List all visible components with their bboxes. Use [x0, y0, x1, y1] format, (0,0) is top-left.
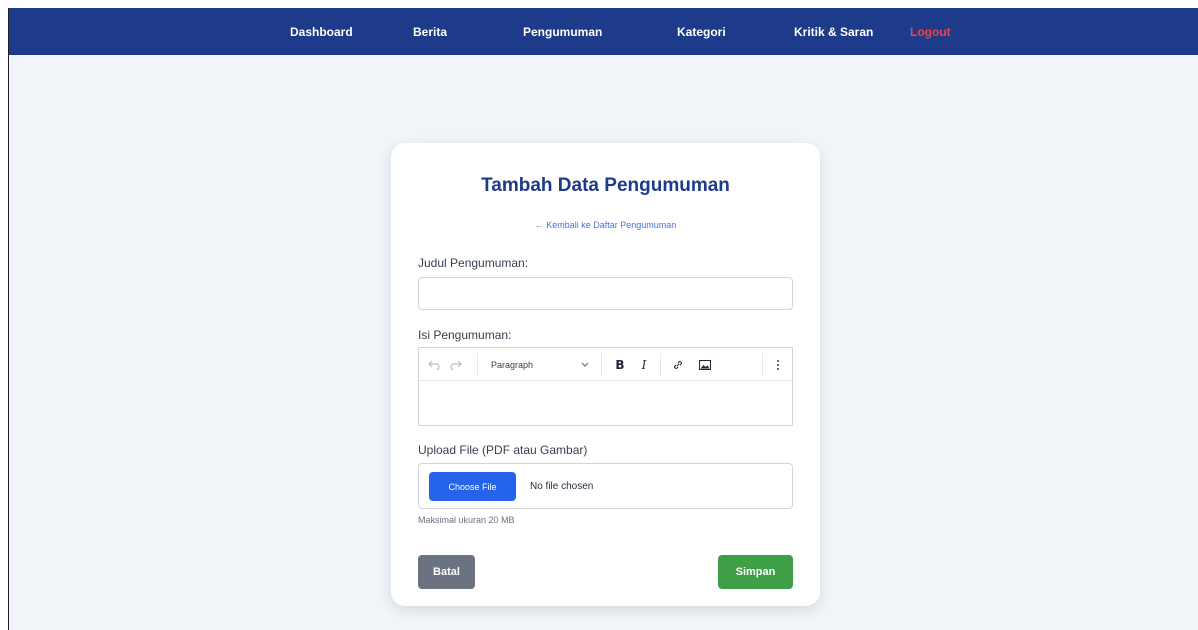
nav-logout[interactable]: Logout	[910, 25, 951, 39]
file-status-text: No file chosen	[530, 481, 594, 492]
toolbar-divider	[762, 353, 763, 376]
nav-kritik-saran[interactable]: Kritik & Saran	[794, 25, 873, 39]
image-icon[interactable]	[693, 348, 717, 381]
bold-button[interactable]: B	[609, 348, 631, 381]
page-title: Tambah Data Pengumuman	[481, 175, 730, 196]
redo-icon[interactable]	[445, 348, 467, 381]
judul-label: Judul Pengumuman:	[418, 256, 529, 270]
cancel-button[interactable]: Batal	[418, 555, 475, 589]
chevron-down-icon	[581, 362, 589, 367]
undo-icon[interactable]	[423, 348, 445, 381]
rich-text-editor: Paragraph B I	[418, 347, 793, 426]
editor-content-area[interactable]	[419, 382, 792, 426]
isi-label: Isi Pengumuman:	[418, 328, 512, 342]
top-navbar: Dashboard Berita Pengumuman Kategori Kri…	[9, 8, 1198, 55]
choose-file-button[interactable]: Choose File	[429, 472, 516, 501]
more-vertical-icon[interactable]	[766, 348, 790, 381]
paragraph-select[interactable]: Paragraph	[483, 348, 597, 381]
app-frame: Dashboard Berita Pengumuman Kategori Kri…	[8, 8, 1198, 630]
nav-berita[interactable]: Berita	[413, 25, 447, 39]
upload-label: Upload File (PDF atau Gambar)	[418, 443, 588, 457]
toolbar-divider	[601, 353, 602, 376]
file-size-hint: Maksimal ukuran 20 MB	[418, 515, 515, 525]
nav-kategori[interactable]: Kategori	[677, 25, 726, 39]
toolbar-divider	[660, 353, 661, 376]
judul-input[interactable]	[418, 277, 793, 310]
toolbar-divider	[477, 353, 478, 376]
italic-button[interactable]: I	[633, 348, 655, 381]
paragraph-select-value: Paragraph	[491, 359, 534, 370]
back-to-list-link[interactable]: ← Kembali ke Daftar Pengumuman	[391, 220, 820, 230]
nav-pengumuman[interactable]: Pengumuman	[523, 25, 602, 39]
link-icon[interactable]	[666, 348, 690, 381]
editor-toolbar: Paragraph B I	[419, 348, 792, 381]
save-button[interactable]: Simpan	[718, 555, 793, 589]
form-card: Tambah Data Pengumuman ← Kembali ke Daft…	[391, 143, 820, 606]
nav-dashboard[interactable]: Dashboard	[290, 25, 353, 39]
file-input[interactable]: Choose File No file chosen	[418, 463, 793, 509]
